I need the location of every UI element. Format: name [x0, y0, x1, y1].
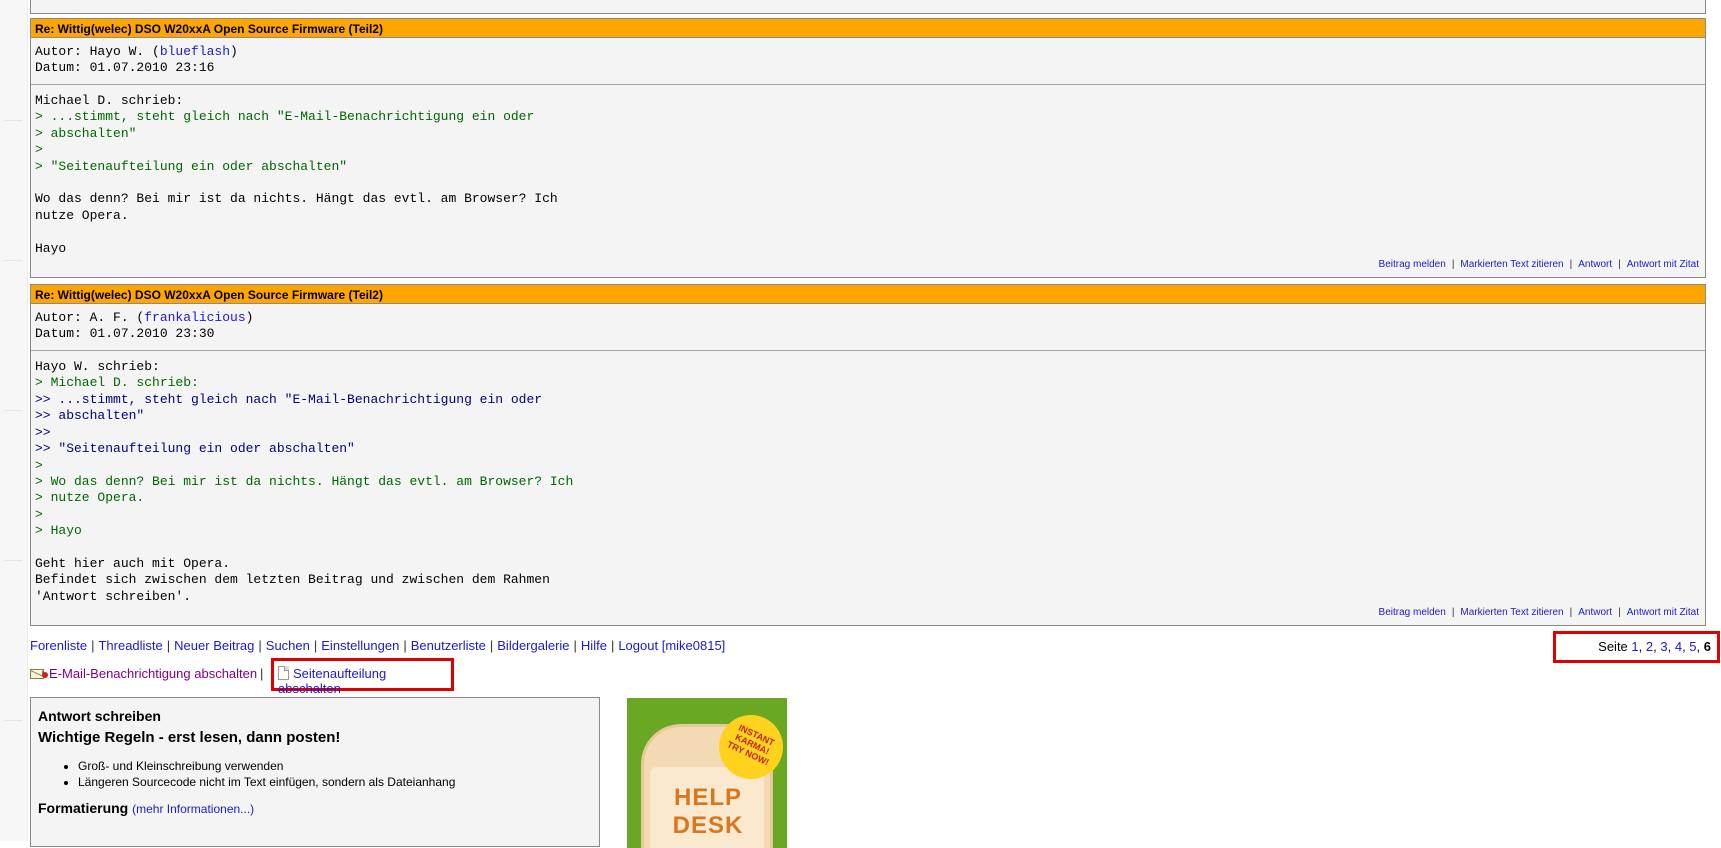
rule-item: Groß- und Kleinschreibung verwenden: [78, 758, 592, 774]
post-line: Befindet sich zwischen dem letzten Beitr…: [35, 572, 550, 588]
author-label: Autor: A. F. (: [35, 310, 145, 326]
post-actions: Beitrag melden | Markierten Text zitieren |…: [1378, 259, 1699, 271]
page-split-toggle[interactable]: Seitenaufteilung abschalten: [271, 658, 454, 696]
post-meta: Autor: Hayo W. (blueflash) Datum: 01.07.…: [31, 38, 1705, 85]
quote-selection-link[interactable]: Markierten Text zitieren: [1460, 259, 1563, 270]
post-title: Re: Wittig(welec) DSO W20xxA Open Source…: [31, 285, 1705, 305]
forum-thread: Re: Wittig(welec) DSO W20xxA Open Source…: [30, 0, 1720, 848]
ad-headline: HELP DESK: [663, 784, 753, 840]
reply-with-quote-link[interactable]: Antwort mit Zitat: [1627, 607, 1699, 618]
reply-heading: Antwort schreiben: [38, 708, 161, 724]
background-decoration: [0, 0, 28, 841]
report-post-link[interactable]: Beitrag melden: [1379, 259, 1446, 270]
author-username-link[interactable]: blueflash: [160, 44, 230, 59]
nested-quote-line: >>: [35, 424, 51, 440]
page-link[interactable]: 1: [1631, 639, 1638, 654]
quote-line: >: [35, 142, 43, 158]
reply-with-quote-link[interactable]: Antwort mit Zitat: [1627, 259, 1699, 270]
rule-item: Längeren Sourcecode nicht im Text einfüg…: [78, 774, 592, 790]
quote-line: > "Seitenaufteilung ein oder abschalten": [35, 158, 348, 174]
post-line: Hayo W. schrieb:: [35, 359, 160, 375]
reply-link[interactable]: Antwort: [1578, 259, 1612, 270]
pagination: Seite 1, 2, 3, 4, 5, 6: [1553, 631, 1720, 664]
page-link[interactable]: 3: [1660, 639, 1667, 654]
post-actions: Beitrag melden | Markierten Text zitieren |…: [1378, 607, 1699, 619]
post-line: Wo das denn? Bei mir ist da nichts. Häng…: [35, 191, 558, 207]
post: Re: Wittig(welec) DSO W20xxA Open Source…: [30, 18, 1706, 279]
nav-neuer-beitrag[interactable]: Neuer Beitrag: [174, 638, 254, 653]
post-date: Datum: 01.07.2010 23:30: [35, 326, 215, 342]
post-title: Re: Wittig(welec) DSO W20xxA Open Source…: [31, 19, 1705, 38]
formatting-section: Formatierung (mehr Informationen...): [38, 800, 592, 816]
current-page: 6: [1703, 639, 1711, 655]
nav-threadliste[interactable]: Threadliste: [98, 638, 162, 653]
thread-options: E-Mail-Benachrichtigung abschalten | Sei…: [30, 658, 1706, 696]
post-line: Geht hier auch mit Opera.: [35, 555, 231, 571]
page-link[interactable]: 2: [1646, 639, 1653, 654]
page-icon: [278, 666, 289, 681]
quote-line: > Michael D. schrieb:: [35, 375, 199, 391]
reply-box: Antwort schreiben Wichtige Regeln - erst…: [30, 697, 600, 847]
post-line: nutze Opera.: [35, 207, 129, 223]
author-suffix: ): [230, 44, 238, 59]
pagination-label: Seite: [1598, 639, 1628, 655]
quote-line: >: [35, 506, 43, 522]
ad-headline-line: DESK: [672, 812, 744, 839]
nested-quote-line: >> abschalten": [35, 408, 145, 424]
nav-einstellungen[interactable]: Einstellungen: [321, 638, 399, 653]
nested-quote-line: >> "Seitenaufteilung ein oder abschalten…: [35, 441, 355, 457]
nav-suchen[interactable]: Suchen: [266, 638, 310, 653]
post-date: Datum: 01.07.2010 23:16: [35, 60, 215, 75]
email-icon: [30, 665, 48, 680]
rules-heading: Wichtige Regeln - erst lesen, dann poste…: [38, 729, 341, 746]
reply-link[interactable]: Antwort: [1578, 607, 1612, 618]
post-body: Hayo W. schrieb: > Michael D. schrieb: >> …: [31, 351, 1705, 607]
author-label: Autor: Hayo W. (: [35, 44, 160, 59]
post-line: 'Antwort schreiben'.: [35, 588, 192, 604]
formatting-heading: Formatierung: [38, 800, 129, 816]
previous-post-fragment: [30, 0, 1706, 14]
author-username-link[interactable]: frankalicious: [144, 310, 245, 325]
ad-headline-line: HELP: [673, 784, 742, 811]
quote-line: > nutze Opera.: [35, 490, 145, 506]
quote-line: > abschalten": [35, 125, 137, 141]
post-line: [35, 175, 1701, 191]
page-split-label: Seitenaufteilung abschalten: [278, 666, 387, 697]
post: Re: Wittig(welec) DSO W20xxA Open Source…: [30, 284, 1706, 627]
nav-logout[interactable]: Logout [mike0815]: [618, 638, 725, 653]
nav-links: Forenliste | Threadliste | Neuer Beitrag | Suc…: [30, 638, 726, 654]
page-link[interactable]: 4: [1675, 639, 1682, 654]
helpdesk-ad[interactable]: INSTANT KARMA! TRY NOW! HELP DESK: [627, 698, 787, 848]
quote-line: >: [35, 457, 43, 473]
email-notification-label: E-Mail-Benachrichtigung abschalten: [49, 666, 258, 682]
more-info-link[interactable]: (mehr Informationen...): [132, 802, 254, 816]
quote-line: > Hayo: [35, 523, 82, 539]
nav-forenliste[interactable]: Forenliste: [30, 638, 87, 653]
quote-line: > Wo das denn? Bei mir ist da nichts. Hä…: [35, 473, 574, 489]
page-link[interactable]: 5: [1689, 639, 1696, 654]
post-line: Hayo: [35, 240, 67, 256]
post-line: [35, 540, 1701, 556]
rules-list: Groß- und Kleinschreibung verwenden Läng…: [38, 758, 592, 790]
options-separator: |: [260, 666, 264, 682]
report-post-link[interactable]: Beitrag melden: [1379, 607, 1446, 618]
post-line: Michael D. schrieb:: [35, 93, 184, 108]
author-suffix: ): [245, 310, 254, 326]
quote-line: > ...stimmt, steht gleich nach "E-Mail-B…: [35, 109, 535, 125]
nested-quote-line: >> ...stimmt, steht gleich nach "E-Mail-…: [35, 391, 543, 407]
post-line: [35, 224, 1701, 240]
post-body: Michael D. schrieb: > ...stimmt, steht gl…: [31, 85, 1705, 259]
nav-bildergalerie[interactable]: Bildergalerie: [497, 638, 569, 653]
quote-selection-link[interactable]: Markierten Text zitieren: [1460, 607, 1563, 618]
nav-hilfe[interactable]: Hilfe: [581, 638, 607, 653]
post-meta: Autor: A. F. (frankalicious) Datum: 01.0…: [31, 304, 1705, 352]
thread-navigation: Forenliste | Threadliste | Neuer Beitrag | Suc…: [30, 631, 1720, 664]
nav-benutzerliste[interactable]: Benutzerliste: [411, 638, 486, 653]
email-notification-toggle[interactable]: E-Mail-Benachrichtigung abschalten: [30, 665, 258, 682]
